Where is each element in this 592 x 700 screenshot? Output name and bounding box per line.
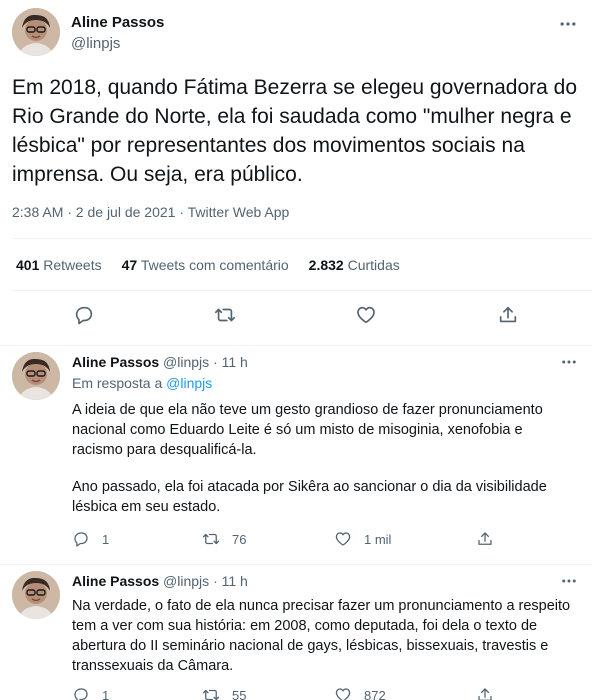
share-button[interactable] [476, 686, 506, 700]
retweet-count: 76 [232, 531, 247, 547]
avatar[interactable] [12, 571, 60, 619]
retweet-icon[interactable] [214, 304, 236, 326]
like-button[interactable]: 872 [334, 686, 386, 700]
reply-text-paragraph: Ano passado, ela foi atacada por Sikêra … [72, 479, 547, 515]
reply-time[interactable]: · 11 h [213, 354, 248, 370]
reply-icon [74, 532, 88, 547]
likes-count: 2.832 [308, 257, 344, 273]
share-icon[interactable] [497, 304, 519, 326]
retweets-label: Retweets [43, 257, 102, 273]
heart-icon [335, 532, 351, 546]
tweet-text: Em 2018, quando Fátima Bezerra se elegeu… [12, 76, 578, 186]
in-reply-prefix: Em resposta a [72, 375, 163, 391]
author-handle[interactable]: @linpjs [71, 35, 120, 52]
like-count: 872 [364, 687, 386, 700]
more-icon[interactable] [558, 14, 578, 34]
share-icon [478, 688, 492, 700]
author-name[interactable]: Aline Passos [72, 354, 159, 370]
share-button[interactable] [476, 530, 506, 548]
retweet-button[interactable]: 55 [202, 686, 246, 700]
quotes-count: 47 [121, 257, 138, 273]
reply-count: 1 [102, 687, 110, 700]
reply-header: Aline Passos @linpjs · 11 h [72, 354, 248, 370]
likes-label: Curtidas [347, 257, 400, 273]
in-reply-handle-link[interactable]: @linpjs [166, 375, 212, 391]
retweet-icon [202, 533, 220, 545]
author-handle[interactable]: @linpjs [163, 573, 209, 589]
retweet-count: 55 [232, 687, 247, 700]
reply-actions: 1 76 1 mil [72, 530, 512, 550]
tweet-timestamp[interactable]: 2:38 AM · 2 de jul de 2021 · Twitter Web… [12, 204, 289, 220]
likes-stat[interactable]: 2.832 Curtidas [309, 257, 400, 273]
quotes-stat[interactable]: 47 Tweets com comentário [122, 257, 289, 273]
main-tweet: Aline Passos @linpjs Em 2018, quando Fát… [0, 0, 592, 346]
avatar[interactable] [12, 352, 60, 400]
like-button[interactable]: 1 mil [334, 530, 391, 548]
author-name[interactable]: Aline Passos [72, 573, 159, 589]
reply-count: 1 [102, 531, 110, 547]
more-icon[interactable] [560, 572, 578, 590]
reply-time[interactable]: · 11 h [213, 573, 248, 589]
retweets-count: 401 [16, 257, 40, 273]
share-icon [478, 532, 492, 545]
tweet-actions [0, 300, 592, 330]
avatar[interactable] [12, 8, 60, 56]
reply-tweet[interactable]: Aline Passos @linpjs · 11 h Em resposta … [0, 347, 592, 565]
author-name[interactable]: Aline Passos [71, 14, 164, 31]
reply-tweet[interactable]: Aline Passos @linpjs · 11 h Na verdade, … [0, 565, 592, 700]
divider [12, 290, 592, 291]
reply-actions: 1 55 872 [72, 686, 512, 700]
heart-icon[interactable] [355, 304, 377, 326]
quotes-label: Tweets com comentário [140, 257, 289, 273]
reply-icon[interactable] [73, 304, 95, 326]
in-reply-to: Em resposta a @linpjs [72, 375, 212, 391]
reply-icon [74, 688, 88, 700]
reply-text-paragraph: Na verdade, o fato de ela nunca precisar… [72, 598, 571, 674]
reply-button[interactable]: 1 [72, 530, 109, 548]
reply-text-paragraph: A ideia de que ela não teve um gesto gra… [72, 402, 543, 458]
heart-icon [335, 688, 351, 700]
retweet-button[interactable]: 76 [202, 530, 246, 548]
tweet-stats: 401 Retweets 47 Tweets com comentário 2.… [16, 257, 420, 273]
like-count: 1 mil [364, 531, 392, 547]
reply-header: Aline Passos @linpjs · 11 h [72, 573, 248, 589]
divider [12, 238, 592, 239]
more-icon[interactable] [560, 353, 578, 371]
retweet-icon [202, 689, 220, 700]
retweets-stat[interactable]: 401 Retweets [16, 257, 102, 273]
author-handle[interactable]: @linpjs [163, 354, 209, 370]
reply-button[interactable]: 1 [72, 686, 109, 700]
